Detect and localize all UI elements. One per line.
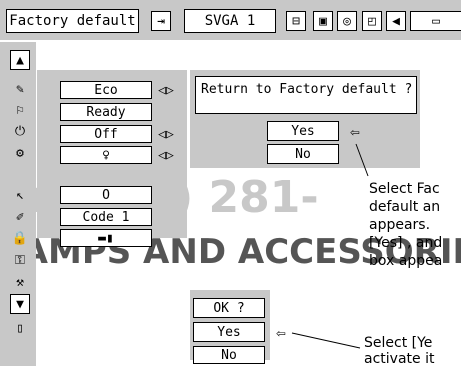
callout-line-2 bbox=[291, 332, 361, 349]
caption-line-3: appears. bbox=[369, 217, 431, 233]
caption-line-7: activate it bbox=[364, 351, 435, 367]
caption-line-1: Select Fac bbox=[369, 181, 440, 197]
caption-line-4: [Yes] , and bbox=[369, 235, 443, 251]
caption-line-5: box appea bbox=[369, 253, 443, 269]
caption-line-2: default an bbox=[369, 199, 441, 215]
callout-line-1 bbox=[355, 143, 369, 177]
